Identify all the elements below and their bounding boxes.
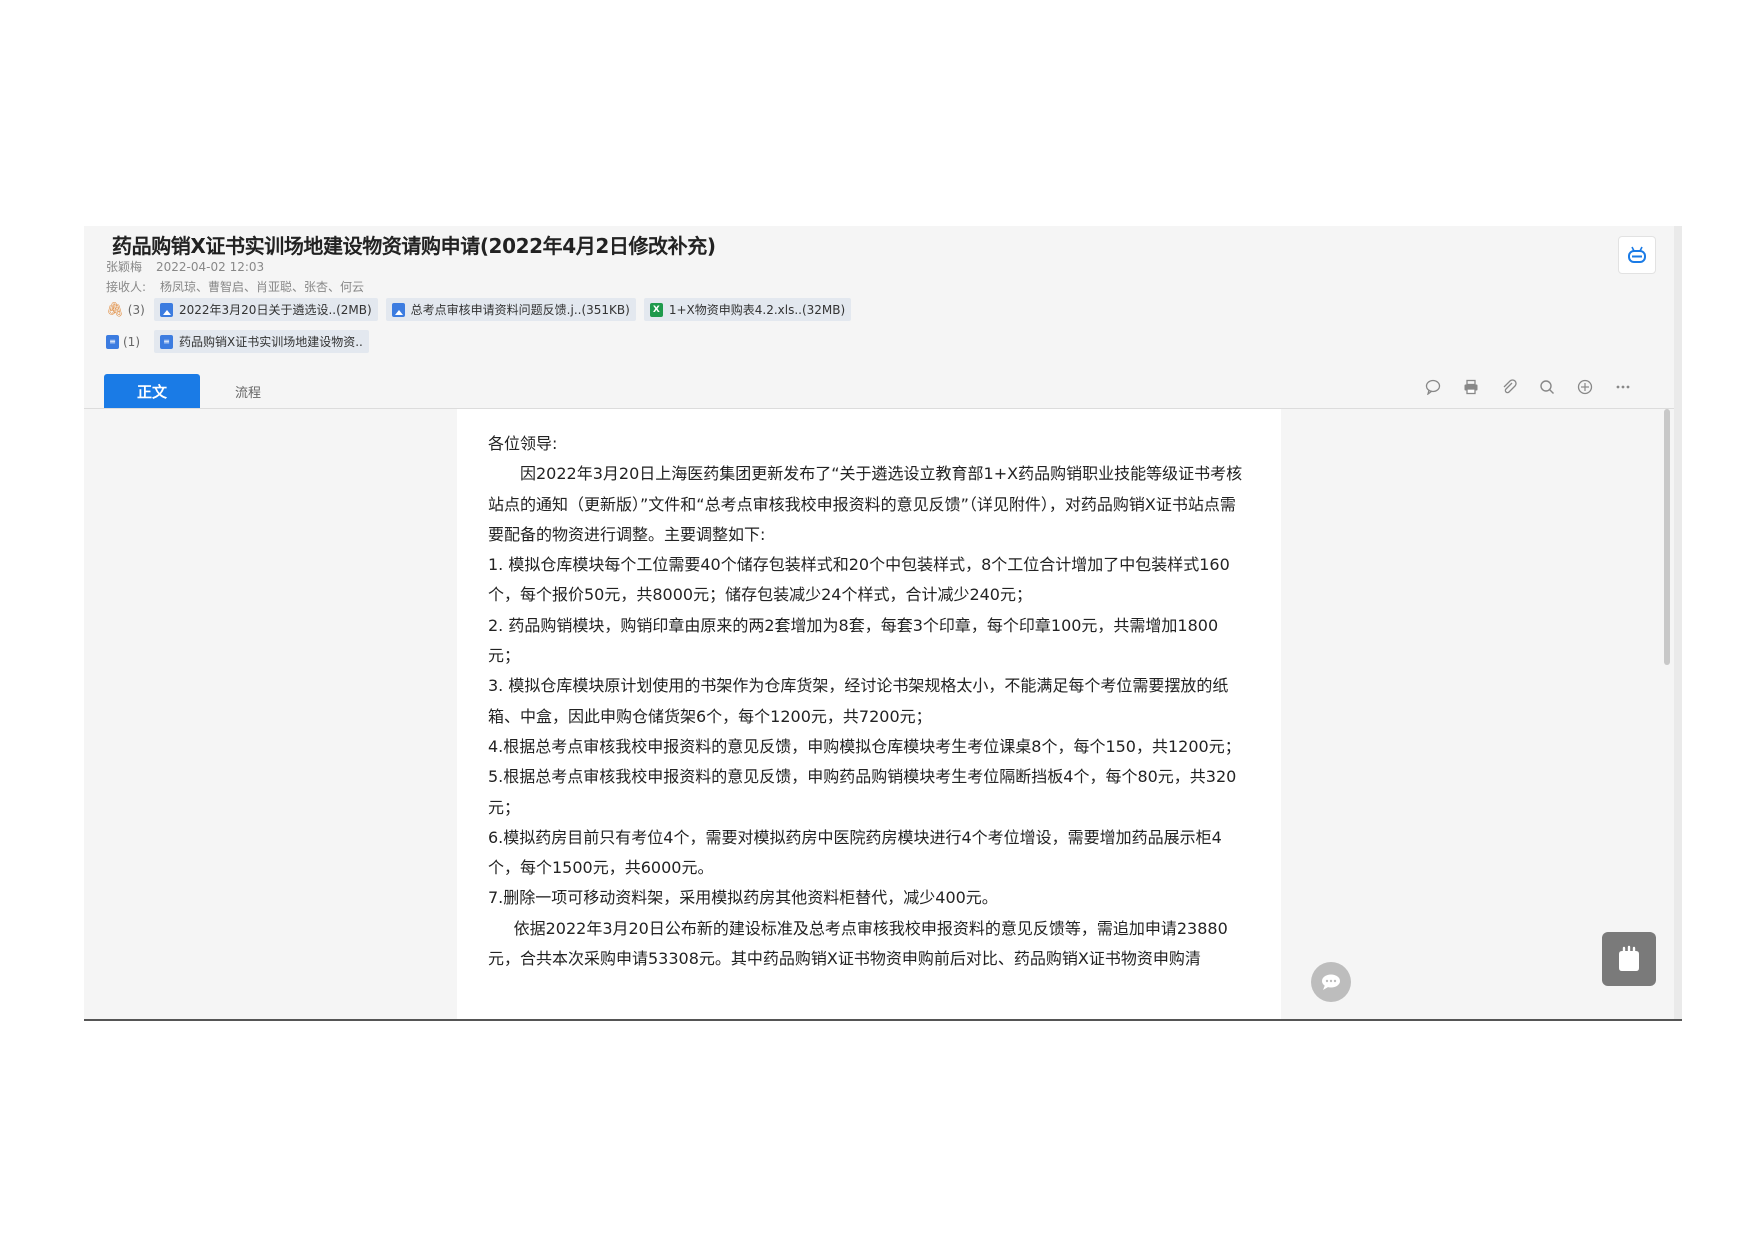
attachment-count[interactable]: 🖇 (3) <box>106 302 146 318</box>
attachment-icon[interactable] <box>1500 378 1518 396</box>
bag-icon <box>1619 945 1639 971</box>
robot-assistant-button[interactable] <box>1618 236 1656 274</box>
robot-icon <box>1628 246 1646 263</box>
list-item: 1. 模拟仓库模块每个工位需要40个储存包装样式和20个中包装样式，8个工位合计… <box>488 555 1230 605</box>
list-item: 2. 药品购销模块，购销印章由原来的两2套增加为8套，每套3个印章，每个印章10… <box>488 615 1219 666</box>
attachment-name: 总考点审核申请资料问题反馈.j..(351KB) <box>410 303 630 317</box>
attachment-name: 1+X物资申购表4.2.xls..(32MB) <box>668 303 846 317</box>
author-line: 张颖梅 2022-04-02 12:03 <box>106 258 264 275</box>
attachment-name: 2022年3月20日关于遴选设..(2MB) <box>179 303 372 317</box>
tab-workflow[interactable]: 流程 <box>200 374 296 408</box>
list-item: 3. 模拟仓库模块原计划使用的书架作为仓库货架，经讨论书架规格太小，不能满足每个… <box>488 676 1229 726</box>
comment-icon[interactable] <box>1424 378 1442 396</box>
list-item: 7.删除一项可移动资料架，采用模拟药房其他资料柜替代，减少400元。 <box>488 888 998 908</box>
attachment-count-label: (3) <box>127 302 145 317</box>
recipients-line: 接收人: 杨凤琼、曹智启、肖亚聪、张杏、何云 <box>106 278 364 295</box>
vertical-scrollbar[interactable] <box>1664 409 1670 665</box>
print-icon[interactable] <box>1462 378 1480 396</box>
list-item: 4.根据总考点审核我校申报资料的意见反馈，申购模拟仓库模块考生考位课桌8个，每个… <box>488 736 1241 756</box>
tab-bar: 正文 流程 <box>104 374 296 408</box>
greeting: 各位领导: <box>488 434 558 453</box>
toolbox-float-button[interactable] <box>1602 932 1656 986</box>
author-name[interactable]: 张颖梅 <box>106 260 142 274</box>
related-doc-name: 药品购销X证书实训场地建设物资.. <box>179 335 363 349</box>
paperclip-icon: 🖇 <box>106 301 124 318</box>
body-paragraph: 依据2022年3月20日公布新的建设标准及总考点审核我校申报资料的意见反馈等，需… <box>488 918 1228 969</box>
document-body: 各位领导: 因2022年3月20日上海医药集团更新发布了“关于遴选设立教育部1+… <box>457 409 1281 1019</box>
search-icon[interactable] <box>1538 378 1556 396</box>
list-item: 6.模拟药房目前只有考位4个，需要对模拟药房中医院药房模块进行4个考位增设，需要… <box>488 827 1222 878</box>
related-doc-icon: ≡ <box>106 334 119 349</box>
more-icon[interactable] <box>1614 378 1632 396</box>
related-doc-item[interactable]: ≡ 药品购销X证书实训场地建设物资.. <box>154 330 369 353</box>
attachment-item[interactable]: 2022年3月20日关于遴选设..(2MB) <box>154 298 378 321</box>
recipients-label: 接收人: <box>106 280 147 294</box>
sent-datetime: 2022-04-02 12:03 <box>156 260 265 274</box>
attachments-row: 🖇 (3) 2022年3月20日关于遴选设..(2MB) 总考点审核申请资料问题… <box>106 298 852 321</box>
body-paragraph: 因2022年3月20日上海医药集团更新发布了“关于遴选设立教育部1+X药品购销职… <box>488 464 1243 544</box>
image-file-icon <box>160 302 173 317</box>
related-docs-row: ≡ (1) ≡ 药品购销X证书实训场地建设物资.. <box>106 330 369 353</box>
attachment-item[interactable]: X 1+X物资申购表4.2.xls..(32MB) <box>643 298 852 321</box>
chat-float-button[interactable] <box>1311 962 1351 1002</box>
recipients-list[interactable]: 杨凤琼、曹智启、肖亚聪、张杏、何云 <box>160 280 364 294</box>
tab-body[interactable]: 正文 <box>104 374 200 408</box>
document-title: 药品购销X证书实训场地建设物资请购申请(2022年4月2日修改补充) <box>112 234 716 258</box>
related-count[interactable]: ≡ (1) <box>106 334 146 349</box>
window-edge <box>1674 226 1682 1019</box>
list-item: 5.根据总考点审核我校申报资料的意见反馈，申购药品购销模块考生考位隔断挡板4个，… <box>488 767 1237 817</box>
document-window: 药品购销X证书实训场地建设物资请购申请(2022年4月2日修改补充) 张颖梅 20… <box>84 226 1682 1021</box>
form-doc-icon: ≡ <box>160 334 173 349</box>
document-toolbar <box>1424 378 1632 396</box>
excel-file-icon: X <box>649 302 663 317</box>
chat-bubble-icon <box>1322 974 1340 990</box>
translate-icon[interactable] <box>1576 378 1594 396</box>
attachment-item[interactable]: 总考点审核申请资料问题反馈.j..(351KB) <box>385 298 636 321</box>
related-count-label: (1) <box>123 334 140 349</box>
image-file-icon <box>391 302 405 317</box>
